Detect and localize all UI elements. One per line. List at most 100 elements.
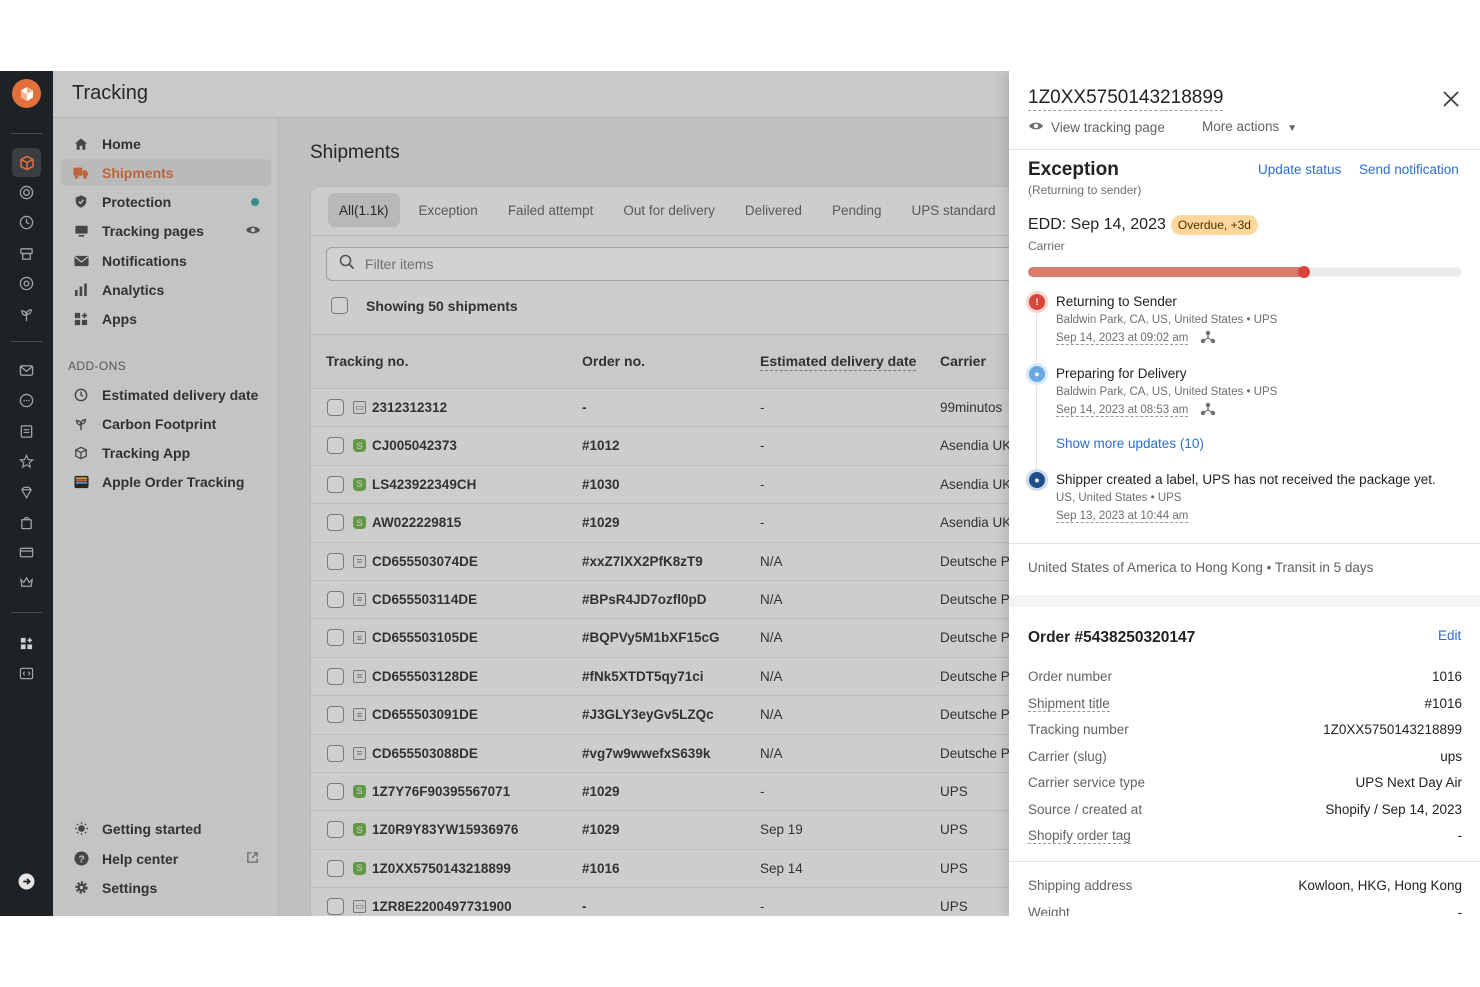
table-row[interactable]: ≡ CD655503091DE #J3GLY3eyGv5LZQc N/A Deutsch… — [311, 695, 1029, 733]
code-icon[interactable] — [16, 663, 37, 684]
tab-ups-standard[interactable]: UPS standard — [900, 193, 1006, 227]
column-order[interactable]: Order no. — [582, 353, 645, 369]
tracking-number-cell[interactable]: CD655503091DE — [372, 707, 478, 722]
tracking-number-cell[interactable]: 1ZR8E2200497731900 — [372, 899, 512, 914]
column-tracking[interactable]: Tracking no. — [326, 353, 408, 369]
select-all-checkbox[interactable] — [331, 297, 348, 314]
plant-icon[interactable] — [16, 304, 37, 325]
card-icon[interactable] — [16, 542, 37, 563]
chat-icon[interactable] — [16, 390, 37, 411]
row-checkbox[interactable] — [327, 706, 344, 724]
send-notification-button[interactable]: Send notification — [1359, 162, 1459, 177]
row-checkbox[interactable] — [327, 590, 344, 608]
network-icon[interactable] — [1200, 402, 1216, 419]
row-checkbox[interactable] — [327, 859, 344, 877]
tab-exception[interactable]: Exception — [408, 193, 489, 227]
sidebar-item-analytics[interactable]: Analytics — [61, 276, 271, 303]
tracking-number-cell[interactable]: CD655503114DE — [372, 592, 477, 607]
expand-arrow-icon[interactable] — [16, 871, 37, 892]
mail-icon[interactable] — [16, 360, 37, 381]
table-row[interactable]: ≡ CD655503105DE #BQPVy5M1bXF15cG N/A Deutsch… — [311, 618, 1029, 656]
table-row[interactable]: S AW022229815 #1029 - Asendia UK — [311, 503, 1029, 541]
bag-icon[interactable] — [16, 512, 37, 533]
table-row[interactable]: ▭ 1ZR8E2200497731900 - - UPS — [311, 887, 1029, 916]
update-status-button[interactable]: Update status — [1258, 162, 1341, 177]
sidebar-item-getting-started[interactable]: Getting started — [61, 815, 271, 842]
tracking-number-cell[interactable]: LS423922349CH — [372, 477, 476, 492]
sidebar-item-home[interactable]: Home — [61, 130, 271, 157]
row-checkbox[interactable] — [327, 629, 344, 647]
table-row[interactable]: S LS423922349CH #1030 - Asendia UK — [311, 464, 1029, 503]
tracking-number-cell[interactable]: CJ005042373 — [372, 438, 457, 453]
tracking-number-cell[interactable]: CD655503088DE — [372, 746, 478, 761]
table-row[interactable]: ≡ CD655503074DE #xxZ7lXX2PfK8zT9 N/A Deutsch… — [311, 541, 1029, 580]
row-checkbox[interactable] — [327, 475, 344, 493]
row-checkbox[interactable] — [327, 552, 344, 570]
row-checkbox[interactable] — [327, 399, 344, 416]
table-row[interactable]: ≡ CD655503114DE #BPsR4JD7ozfl0pD N/A Deutsch… — [311, 579, 1029, 618]
crown-icon[interactable] — [16, 572, 37, 593]
row-checkbox[interactable] — [327, 744, 344, 762]
bulb-icon — [61, 821, 91, 836]
sidebar-item-carbon[interactable]: Carbon Footprint — [61, 410, 271, 437]
tracking-app-icon[interactable] — [12, 148, 41, 177]
more-actions-button[interactable]: More actions ▼ — [1202, 119, 1297, 134]
tab-out-for-delivery[interactable]: Out for delivery — [612, 193, 726, 227]
tracking-number-cell[interactable]: 2312312312 — [372, 400, 447, 415]
eye-icon[interactable] — [245, 223, 261, 239]
tracking-number-cell[interactable]: CD655503074DE — [372, 554, 478, 569]
tracking-number-cell[interactable]: CD655503128DE — [372, 669, 478, 684]
row-checkbox[interactable] — [327, 782, 344, 800]
tracking-number-cell[interactable]: 1Z7Y76F90395567071 — [372, 784, 510, 799]
document-icon[interactable] — [16, 421, 37, 442]
row-checkbox[interactable] — [327, 437, 344, 455]
table-row[interactable]: S CJ005042373 #1012 - Asendia UK — [311, 426, 1029, 464]
column-carrier[interactable]: Carrier — [940, 353, 986, 369]
network-icon[interactable] — [1200, 330, 1216, 347]
tab-failed-attempt[interactable]: Failed attempt — [497, 193, 605, 227]
view-tracking-page-link[interactable]: View tracking page — [1028, 119, 1165, 135]
tracking-number-cell[interactable]: 1Z0R9Y83YW15936976 — [372, 822, 518, 837]
sidebar-item-shipments[interactable]: Shipments — [61, 159, 271, 186]
table-row[interactable]: ▭ 2312312312 - - 99minutos — [311, 388, 1029, 426]
column-edd[interactable]: Estimated delivery date — [760, 353, 917, 371]
tab-pending[interactable]: Pending — [821, 193, 893, 227]
apps-icon[interactable] — [16, 633, 37, 654]
settings-badge-icon[interactable] — [16, 273, 37, 294]
sidebar-item-notifications[interactable]: Notifications — [61, 247, 271, 274]
sidebar-item-apple-order-tracking[interactable]: Apple Order Tracking — [61, 468, 271, 495]
carrier-cell: 99minutos — [940, 400, 1003, 415]
drawer-tracking-number[interactable]: 1Z0XX5750143218899 — [1028, 87, 1224, 111]
row-checkbox[interactable] — [327, 898, 344, 916]
table-row[interactable]: S 1Z0R9Y83YW15936976 #1029 Sep 19 UPS — [311, 810, 1029, 848]
tracking-number-cell[interactable]: CD655503105DE — [372, 630, 478, 645]
sidebar-item-tracking-app[interactable]: Tracking App — [61, 439, 271, 466]
table-row[interactable]: ≡ CD655503088DE #vg7w9wwefxS639k N/A Deutsch… — [311, 733, 1029, 772]
tab-all[interactable]: All(1.1k) — [328, 193, 400, 227]
sidebar-item-settings[interactable]: Settings — [61, 874, 271, 901]
row-checkbox[interactable] — [327, 667, 344, 685]
tracking-number-cell[interactable]: 1Z0XX5750143218899 — [372, 861, 511, 876]
diamond-icon[interactable] — [16, 482, 37, 503]
target-icon[interactable] — [16, 182, 37, 203]
star-icon[interactable] — [16, 451, 37, 472]
tracking-number-cell[interactable]: AW022229815 — [372, 515, 461, 530]
filter-input[interactable]: Filter items — [326, 247, 1029, 281]
tab-delivered[interactable]: Delivered — [734, 193, 813, 227]
sidebar-item-tracking-pages[interactable]: Tracking pages — [61, 217, 271, 244]
clock-icon[interactable] — [16, 212, 37, 233]
sidebar-item-protection[interactable]: Protection — [61, 188, 271, 215]
sidebar-item-help-center[interactable]: ? Help center — [61, 845, 271, 872]
table-row[interactable]: ≡ CD655503128DE #fNk5XTDT5qy71ci N/A Deutsch… — [311, 656, 1029, 695]
show-more-updates-link[interactable]: Show more updates (10) — [1056, 436, 1204, 451]
sidebar-item-apps[interactable]: Apps — [61, 305, 271, 332]
edit-order-button[interactable]: Edit — [1438, 628, 1461, 643]
close-icon[interactable] — [1441, 85, 1461, 116]
logo-icon[interactable] — [12, 79, 41, 108]
table-row[interactable]: S 1Z7Y76F90395567071 #1029 - UPS — [311, 771, 1029, 810]
printer-icon[interactable] — [16, 243, 37, 264]
sidebar-item-edd[interactable]: Estimated delivery date — [61, 381, 271, 408]
row-checkbox[interactable] — [327, 821, 344, 839]
table-row[interactable]: S 1Z0XX5750143218899 #1016 Sep 14 UPS — [311, 848, 1029, 887]
row-checkbox[interactable] — [327, 514, 344, 532]
